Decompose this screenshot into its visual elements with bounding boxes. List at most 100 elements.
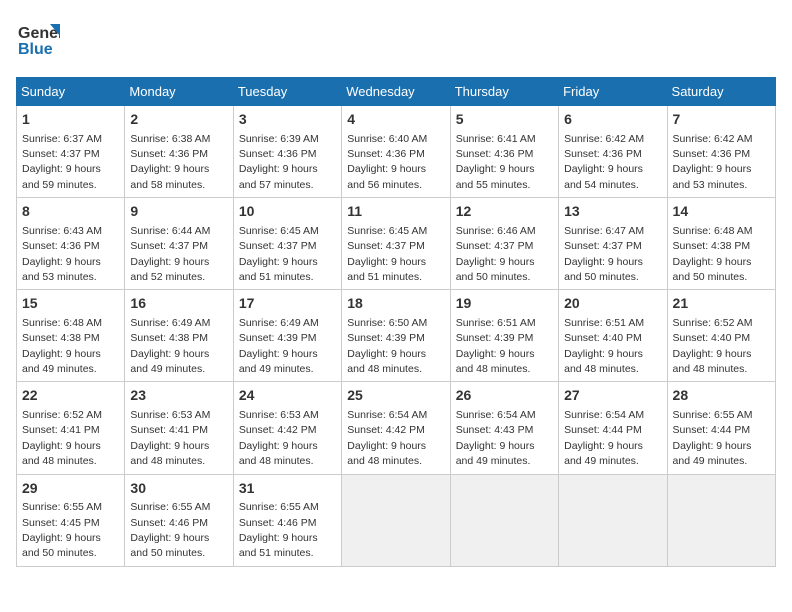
day-info: Sunrise: 6:41 AMSunset: 4:36 PMDaylight:… (456, 133, 536, 191)
calendar-day-27: 27 Sunrise: 6:54 AMSunset: 4:44 PMDaylig… (559, 382, 667, 474)
calendar-day-13: 13 Sunrise: 6:47 AMSunset: 4:37 PMDaylig… (559, 198, 667, 290)
day-number: 13 (564, 202, 661, 222)
calendar-day-10: 10 Sunrise: 6:45 AMSunset: 4:37 PMDaylig… (233, 198, 341, 290)
day-info: Sunrise: 6:42 AMSunset: 4:36 PMDaylight:… (564, 133, 644, 191)
day-number: 5 (456, 110, 553, 130)
calendar-day-26: 26 Sunrise: 6:54 AMSunset: 4:43 PMDaylig… (450, 382, 558, 474)
day-info: Sunrise: 6:47 AMSunset: 4:37 PMDaylight:… (564, 225, 644, 283)
day-number: 8 (22, 202, 119, 222)
day-info: Sunrise: 6:54 AMSunset: 4:44 PMDaylight:… (564, 409, 644, 467)
calendar-day-6: 6 Sunrise: 6:42 AMSunset: 4:36 PMDayligh… (559, 106, 667, 198)
logo: General Blue (16, 16, 64, 65)
day-number: 27 (564, 386, 661, 406)
day-number: 24 (239, 386, 336, 406)
day-info: Sunrise: 6:50 AMSunset: 4:39 PMDaylight:… (347, 317, 427, 375)
calendar-day-8: 8 Sunrise: 6:43 AMSunset: 4:36 PMDayligh… (17, 198, 125, 290)
empty-cell (559, 474, 667, 566)
calendar-day-24: 24 Sunrise: 6:53 AMSunset: 4:42 PMDaylig… (233, 382, 341, 474)
day-info: Sunrise: 6:44 AMSunset: 4:37 PMDaylight:… (130, 225, 210, 283)
day-info: Sunrise: 6:37 AMSunset: 4:37 PMDaylight:… (22, 133, 102, 191)
weekday-header-sunday: Sunday (17, 78, 125, 106)
day-info: Sunrise: 6:52 AMSunset: 4:41 PMDaylight:… (22, 409, 102, 467)
day-number: 3 (239, 110, 336, 130)
weekday-header-tuesday: Tuesday (233, 78, 341, 106)
day-number: 12 (456, 202, 553, 222)
day-info: Sunrise: 6:39 AMSunset: 4:36 PMDaylight:… (239, 133, 319, 191)
calendar-day-15: 15 Sunrise: 6:48 AMSunset: 4:38 PMDaylig… (17, 290, 125, 382)
day-number: 20 (564, 294, 661, 314)
day-number: 18 (347, 294, 444, 314)
calendar-day-31: 31 Sunrise: 6:55 AMSunset: 4:46 PMDaylig… (233, 474, 341, 566)
calendar-week-4: 22 Sunrise: 6:52 AMSunset: 4:41 PMDaylig… (17, 382, 776, 474)
day-number: 19 (456, 294, 553, 314)
calendar-day-28: 28 Sunrise: 6:55 AMSunset: 4:44 PMDaylig… (667, 382, 775, 474)
calendar-day-1: 1 Sunrise: 6:37 AMSunset: 4:37 PMDayligh… (17, 106, 125, 198)
day-number: 11 (347, 202, 444, 222)
day-info: Sunrise: 6:55 AMSunset: 4:44 PMDaylight:… (673, 409, 753, 467)
weekday-header-friday: Friday (559, 78, 667, 106)
day-info: Sunrise: 6:49 AMSunset: 4:39 PMDaylight:… (239, 317, 319, 375)
day-number: 14 (673, 202, 770, 222)
calendar-day-17: 17 Sunrise: 6:49 AMSunset: 4:39 PMDaylig… (233, 290, 341, 382)
calendar-day-9: 9 Sunrise: 6:44 AMSunset: 4:37 PMDayligh… (125, 198, 233, 290)
day-info: Sunrise: 6:49 AMSunset: 4:38 PMDaylight:… (130, 317, 210, 375)
day-info: Sunrise: 6:51 AMSunset: 4:40 PMDaylight:… (564, 317, 644, 375)
calendar-day-11: 11 Sunrise: 6:45 AMSunset: 4:37 PMDaylig… (342, 198, 450, 290)
day-number: 15 (22, 294, 119, 314)
day-number: 25 (347, 386, 444, 406)
day-info: Sunrise: 6:55 AMSunset: 4:46 PMDaylight:… (239, 501, 319, 559)
day-info: Sunrise: 6:51 AMSunset: 4:39 PMDaylight:… (456, 317, 536, 375)
day-number: 26 (456, 386, 553, 406)
day-number: 2 (130, 110, 227, 130)
day-number: 22 (22, 386, 119, 406)
calendar-day-7: 7 Sunrise: 6:42 AMSunset: 4:36 PMDayligh… (667, 106, 775, 198)
day-info: Sunrise: 6:48 AMSunset: 4:38 PMDaylight:… (673, 225, 753, 283)
day-info: Sunrise: 6:53 AMSunset: 4:42 PMDaylight:… (239, 409, 319, 467)
day-info: Sunrise: 6:45 AMSunset: 4:37 PMDaylight:… (347, 225, 427, 283)
day-number: 31 (239, 479, 336, 499)
calendar-day-23: 23 Sunrise: 6:53 AMSunset: 4:41 PMDaylig… (125, 382, 233, 474)
page-header: General Blue (16, 16, 776, 65)
calendar-day-2: 2 Sunrise: 6:38 AMSunset: 4:36 PMDayligh… (125, 106, 233, 198)
day-number: 6 (564, 110, 661, 130)
calendar-day-14: 14 Sunrise: 6:48 AMSunset: 4:38 PMDaylig… (667, 198, 775, 290)
day-number: 9 (130, 202, 227, 222)
calendar-day-29: 29 Sunrise: 6:55 AMSunset: 4:45 PMDaylig… (17, 474, 125, 566)
calendar-day-20: 20 Sunrise: 6:51 AMSunset: 4:40 PMDaylig… (559, 290, 667, 382)
day-info: Sunrise: 6:43 AMSunset: 4:36 PMDaylight:… (22, 225, 102, 283)
day-info: Sunrise: 6:55 AMSunset: 4:46 PMDaylight:… (130, 501, 210, 559)
day-info: Sunrise: 6:42 AMSunset: 4:36 PMDaylight:… (673, 133, 753, 191)
day-number: 17 (239, 294, 336, 314)
logo-icon: General Blue (16, 16, 60, 65)
day-info: Sunrise: 6:54 AMSunset: 4:42 PMDaylight:… (347, 409, 427, 467)
day-number: 29 (22, 479, 119, 499)
weekday-header-monday: Monday (125, 78, 233, 106)
day-info: Sunrise: 6:38 AMSunset: 4:36 PMDaylight:… (130, 133, 210, 191)
empty-cell (450, 474, 558, 566)
weekday-header-thursday: Thursday (450, 78, 558, 106)
calendar-week-5: 29 Sunrise: 6:55 AMSunset: 4:45 PMDaylig… (17, 474, 776, 566)
weekday-header-wednesday: Wednesday (342, 78, 450, 106)
day-info: Sunrise: 6:54 AMSunset: 4:43 PMDaylight:… (456, 409, 536, 467)
calendar-week-3: 15 Sunrise: 6:48 AMSunset: 4:38 PMDaylig… (17, 290, 776, 382)
day-number: 30 (130, 479, 227, 499)
svg-text:Blue: Blue (18, 41, 53, 58)
day-number: 28 (673, 386, 770, 406)
calendar-day-5: 5 Sunrise: 6:41 AMSunset: 4:36 PMDayligh… (450, 106, 558, 198)
weekday-header-saturday: Saturday (667, 78, 775, 106)
day-info: Sunrise: 6:52 AMSunset: 4:40 PMDaylight:… (673, 317, 753, 375)
day-info: Sunrise: 6:55 AMSunset: 4:45 PMDaylight:… (22, 501, 102, 559)
day-info: Sunrise: 6:40 AMSunset: 4:36 PMDaylight:… (347, 133, 427, 191)
calendar-week-2: 8 Sunrise: 6:43 AMSunset: 4:36 PMDayligh… (17, 198, 776, 290)
calendar-day-30: 30 Sunrise: 6:55 AMSunset: 4:46 PMDaylig… (125, 474, 233, 566)
calendar-day-21: 21 Sunrise: 6:52 AMSunset: 4:40 PMDaylig… (667, 290, 775, 382)
calendar-day-16: 16 Sunrise: 6:49 AMSunset: 4:38 PMDaylig… (125, 290, 233, 382)
calendar-day-19: 19 Sunrise: 6:51 AMSunset: 4:39 PMDaylig… (450, 290, 558, 382)
day-number: 10 (239, 202, 336, 222)
empty-cell (342, 474, 450, 566)
day-number: 16 (130, 294, 227, 314)
empty-cell (667, 474, 775, 566)
day-number: 7 (673, 110, 770, 130)
day-info: Sunrise: 6:48 AMSunset: 4:38 PMDaylight:… (22, 317, 102, 375)
calendar-day-3: 3 Sunrise: 6:39 AMSunset: 4:36 PMDayligh… (233, 106, 341, 198)
